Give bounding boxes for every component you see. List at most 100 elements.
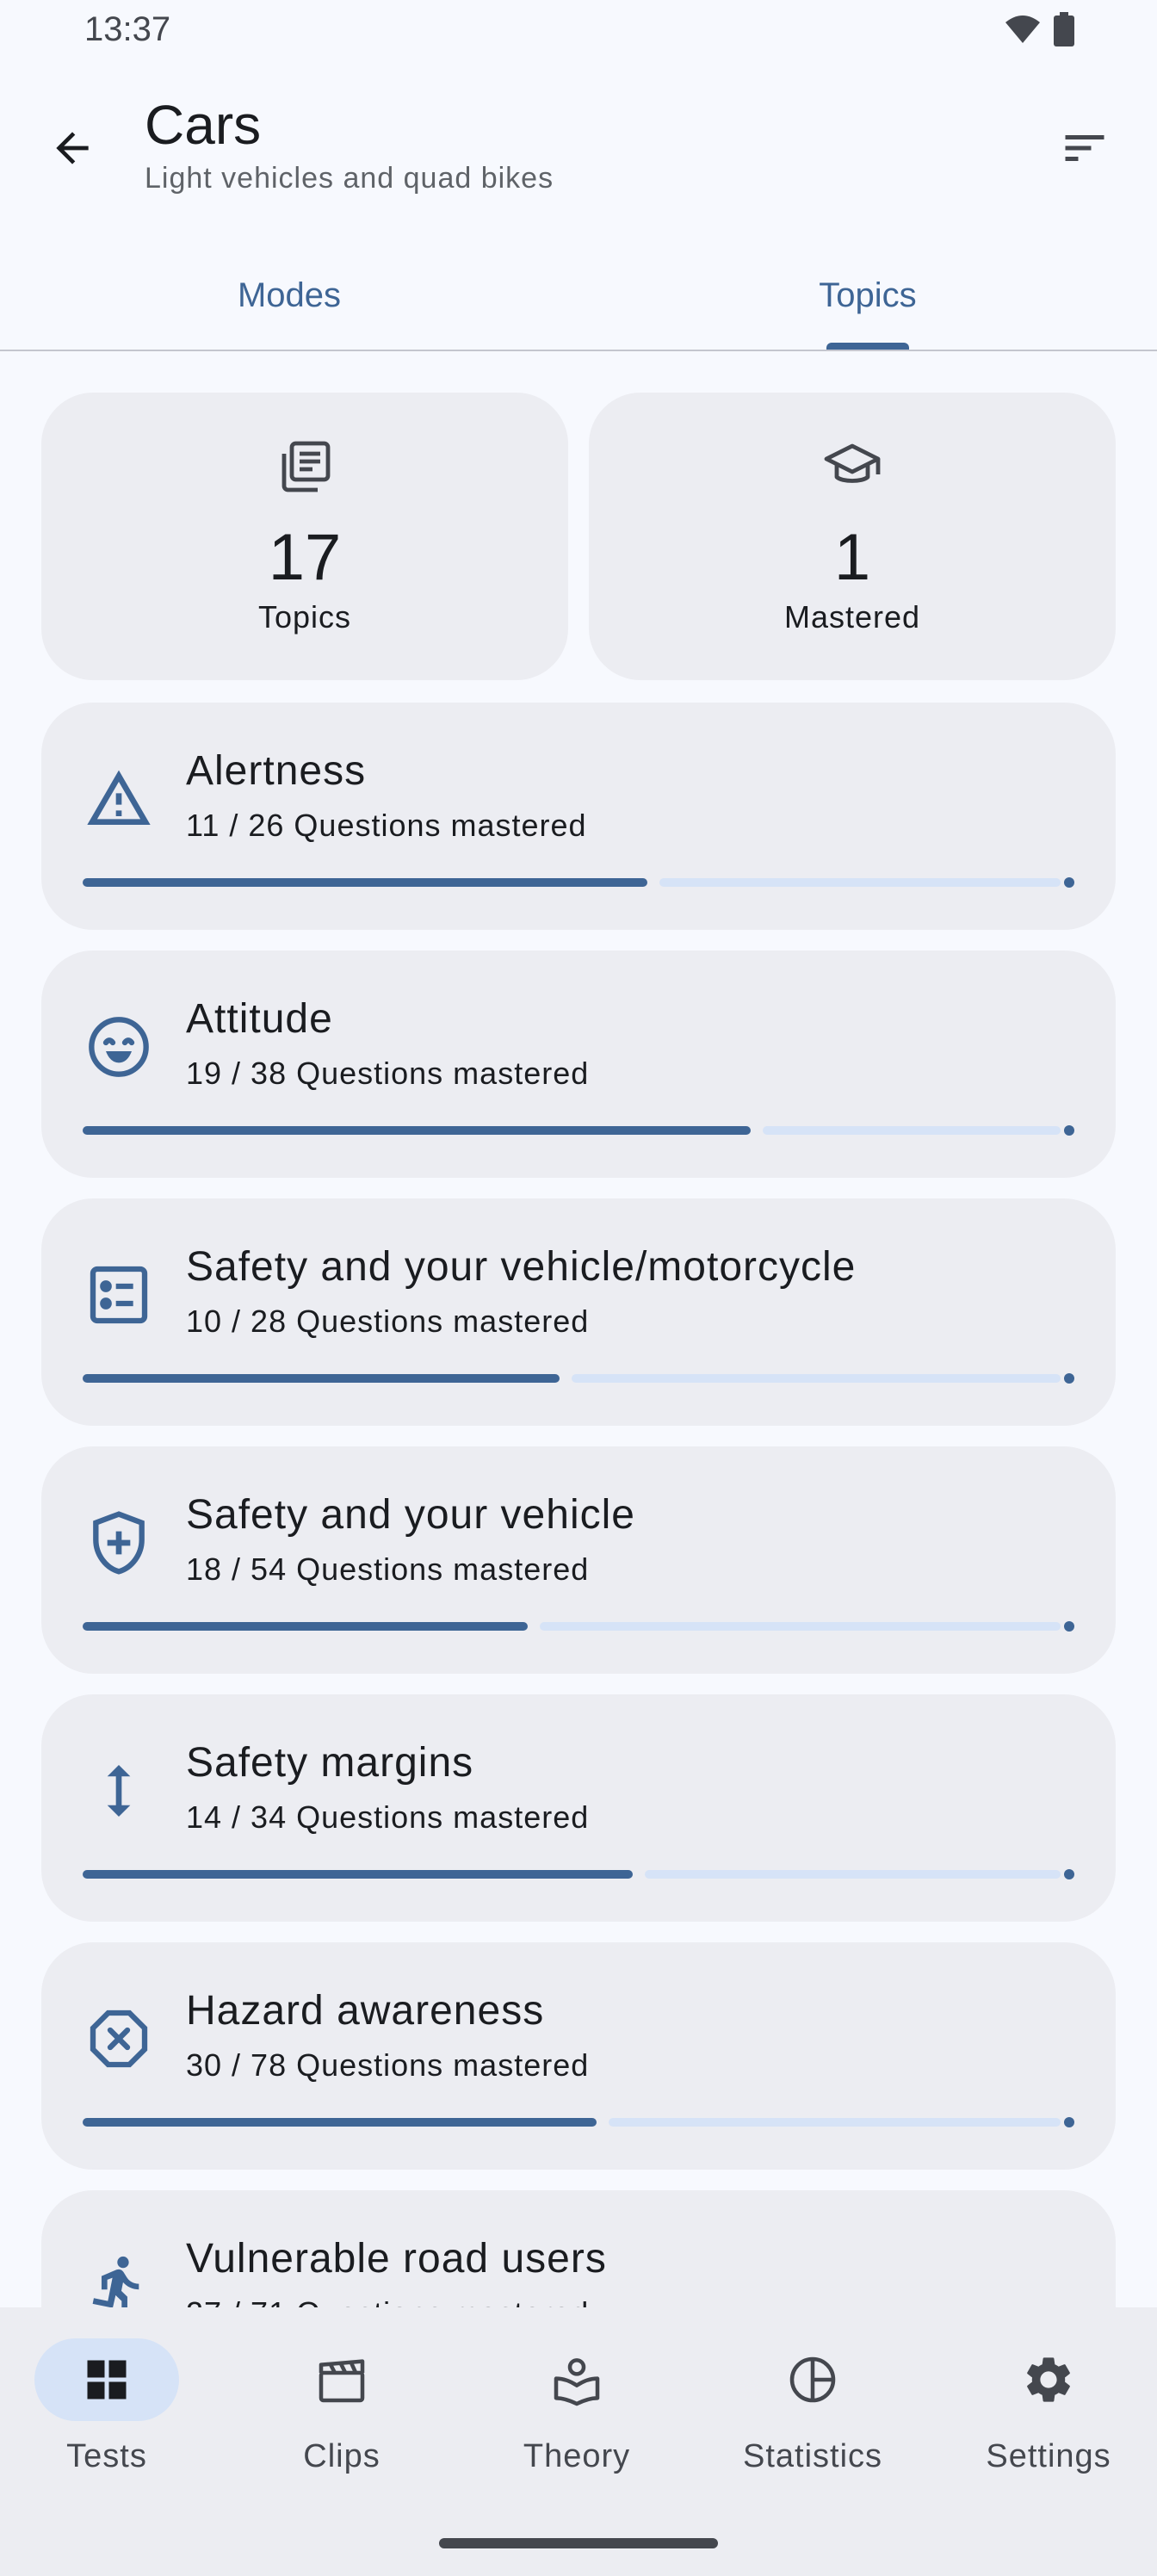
topic-progress-text: 10 / 28 Questions mastered [186,1303,590,1339]
sort-button[interactable] [1050,114,1119,183]
page-subtitle: Light vehicles and quad bikes [145,162,554,195]
topic-progress-text: 14 / 34 Questions mastered [186,1799,590,1835]
nav-label: Statistics [742,2438,883,2474]
graduation-cap-icon [821,436,883,498]
clapperboard-icon [319,2359,365,2403]
nav-icon-wrap [976,2338,1121,2421]
topic-card-hazard-awareness[interactable]: Hazard awareness 30 / 78 Questions maste… [41,1942,1116,2170]
progress-end-dot [1064,877,1074,888]
status-time: 13:37 [84,10,171,48]
progress-bar [83,1125,1074,1136]
topic-progress-text: 18 / 54 Questions mastered [186,1551,590,1587]
topic-card-alertness[interactable]: Alertness 11 / 26 Questions mastered [41,703,1116,930]
topic-card-attitude[interactable]: Attitude 19 / 38 Questions mastered [41,951,1116,1178]
topics-count-card: 17 Topics [41,393,568,680]
progress-bar [83,1869,1074,1879]
summary-row: 17 Topics 1 Mastered [41,393,1116,680]
topic-name: Vulnerable road users [186,2236,607,2282]
progress-fill [83,2118,597,2127]
vertical-arrows-icon [84,1756,153,1825]
topics-count-label: Topics [257,599,352,635]
progress-end-dot [1064,1621,1074,1632]
topic-progress-text: 30 / 78 Questions mastered [186,2047,590,2083]
progress-fill [83,1374,560,1383]
topic-name: Safety and your vehicle [186,1492,635,1538]
nav-statistics[interactable]: Statistics [709,2338,916,2493]
topic-name: Attitude [186,996,333,1042]
app-bar: Cars Light vehicles and quad bikes [0,83,1157,212]
topic-progress-text: 11 / 26 Questions mastered [186,808,587,843]
bottom-navigation: Tests Clips Theory Statistics Settings [0,2307,1157,2576]
status-icons [1004,12,1074,46]
topic-name: Safety margins [186,1740,474,1786]
topic-card-safety-vehicle[interactable]: Safety and your vehicle 18 / 54 Question… [41,1446,1116,1674]
pie-chart-icon [789,2356,836,2403]
topic-card-vulnerable-road-users[interactable]: Vulnerable road users 27 / 71 Questions … [41,2190,1116,2307]
battery-icon [1054,12,1074,46]
nav-label: Settings [986,2438,1111,2474]
topic-progress-text: 27 / 71 Questions mastered [186,2295,589,2307]
wifi-icon [1005,15,1040,43]
topic-card-safety-vehicle-motorcycle[interactable]: Safety and your vehicle/motorcycle 10 / … [41,1198,1116,1426]
progress-remaining [609,2118,1061,2127]
topic-name: Hazard awareness [186,1988,545,2034]
topic-progress-text: 19 / 38 Questions mastered [186,1056,590,1091]
progress-fill [83,1870,633,1879]
progress-remaining [572,1374,1061,1383]
nav-icon-wrap [504,2338,649,2421]
home-indicator[interactable] [439,2538,718,2548]
shield-plus-icon [84,1508,153,1577]
tab-bar: Modes Topics [0,241,1157,351]
topic-name: Safety and your vehicle/motorcycle [186,1244,857,1290]
gear-icon [1027,2357,1070,2402]
running-person-icon [84,2252,153,2307]
progress-end-dot [1064,1125,1074,1136]
library-icon [274,436,336,498]
smile-icon [84,1012,153,1081]
progress-end-dot [1064,2117,1074,2127]
mastered-count-card: 1 Mastered [589,393,1116,680]
topics-count-value: 17 [268,521,342,594]
nav-icon-wrap [269,2338,414,2421]
topic-card-safety-margins[interactable]: Safety margins 14 / 34 Questions mastere… [41,1694,1116,1922]
progress-remaining [645,1870,1061,1879]
progress-fill [83,1126,751,1135]
mastered-count-value: 1 [833,521,871,594]
arrow-back-icon [56,132,89,164]
nav-settings[interactable]: Settings [945,2338,1152,2493]
progress-remaining [659,878,1061,887]
status-bar: 13:37 [0,0,1157,62]
progress-bar [83,1621,1074,1632]
topic-list: Alertness 11 / 26 Questions mastered Att… [41,703,1116,2307]
checklist-icon [84,1260,153,1329]
octagon-x-icon [84,2004,153,2073]
nav-label: Tests [66,2438,147,2474]
progress-remaining [540,1622,1061,1631]
grid-icon [87,2360,127,2400]
book-person-icon [554,2358,600,2406]
page-title: Cars [145,94,262,156]
tab-topics[interactable]: Topics [578,241,1157,350]
nav-active-indicator [34,2338,179,2421]
sort-icon [1065,135,1104,161]
nav-label: Theory [523,2438,631,2474]
progress-end-dot [1064,1869,1074,1879]
nav-label: Clips [303,2438,381,2474]
mastered-count-label: Mastered [783,599,921,635]
progress-fill [83,1622,528,1631]
progress-bar [83,1373,1074,1384]
nav-clips[interactable]: Clips [238,2338,445,2493]
nav-theory[interactable]: Theory [473,2338,680,2493]
topic-name: Alertness [186,748,367,794]
progress-bar [83,2117,1074,2127]
tab-modes[interactable]: Modes [0,241,578,350]
nav-icon-wrap [740,2338,885,2421]
back-button[interactable] [38,114,107,183]
progress-fill [83,878,647,887]
progress-remaining [763,1126,1061,1135]
nav-tests[interactable]: Tests [3,2338,210,2493]
tab-indicator [826,343,909,350]
warning-icon [84,765,153,833]
progress-end-dot [1064,1373,1074,1384]
progress-bar [83,877,1074,888]
